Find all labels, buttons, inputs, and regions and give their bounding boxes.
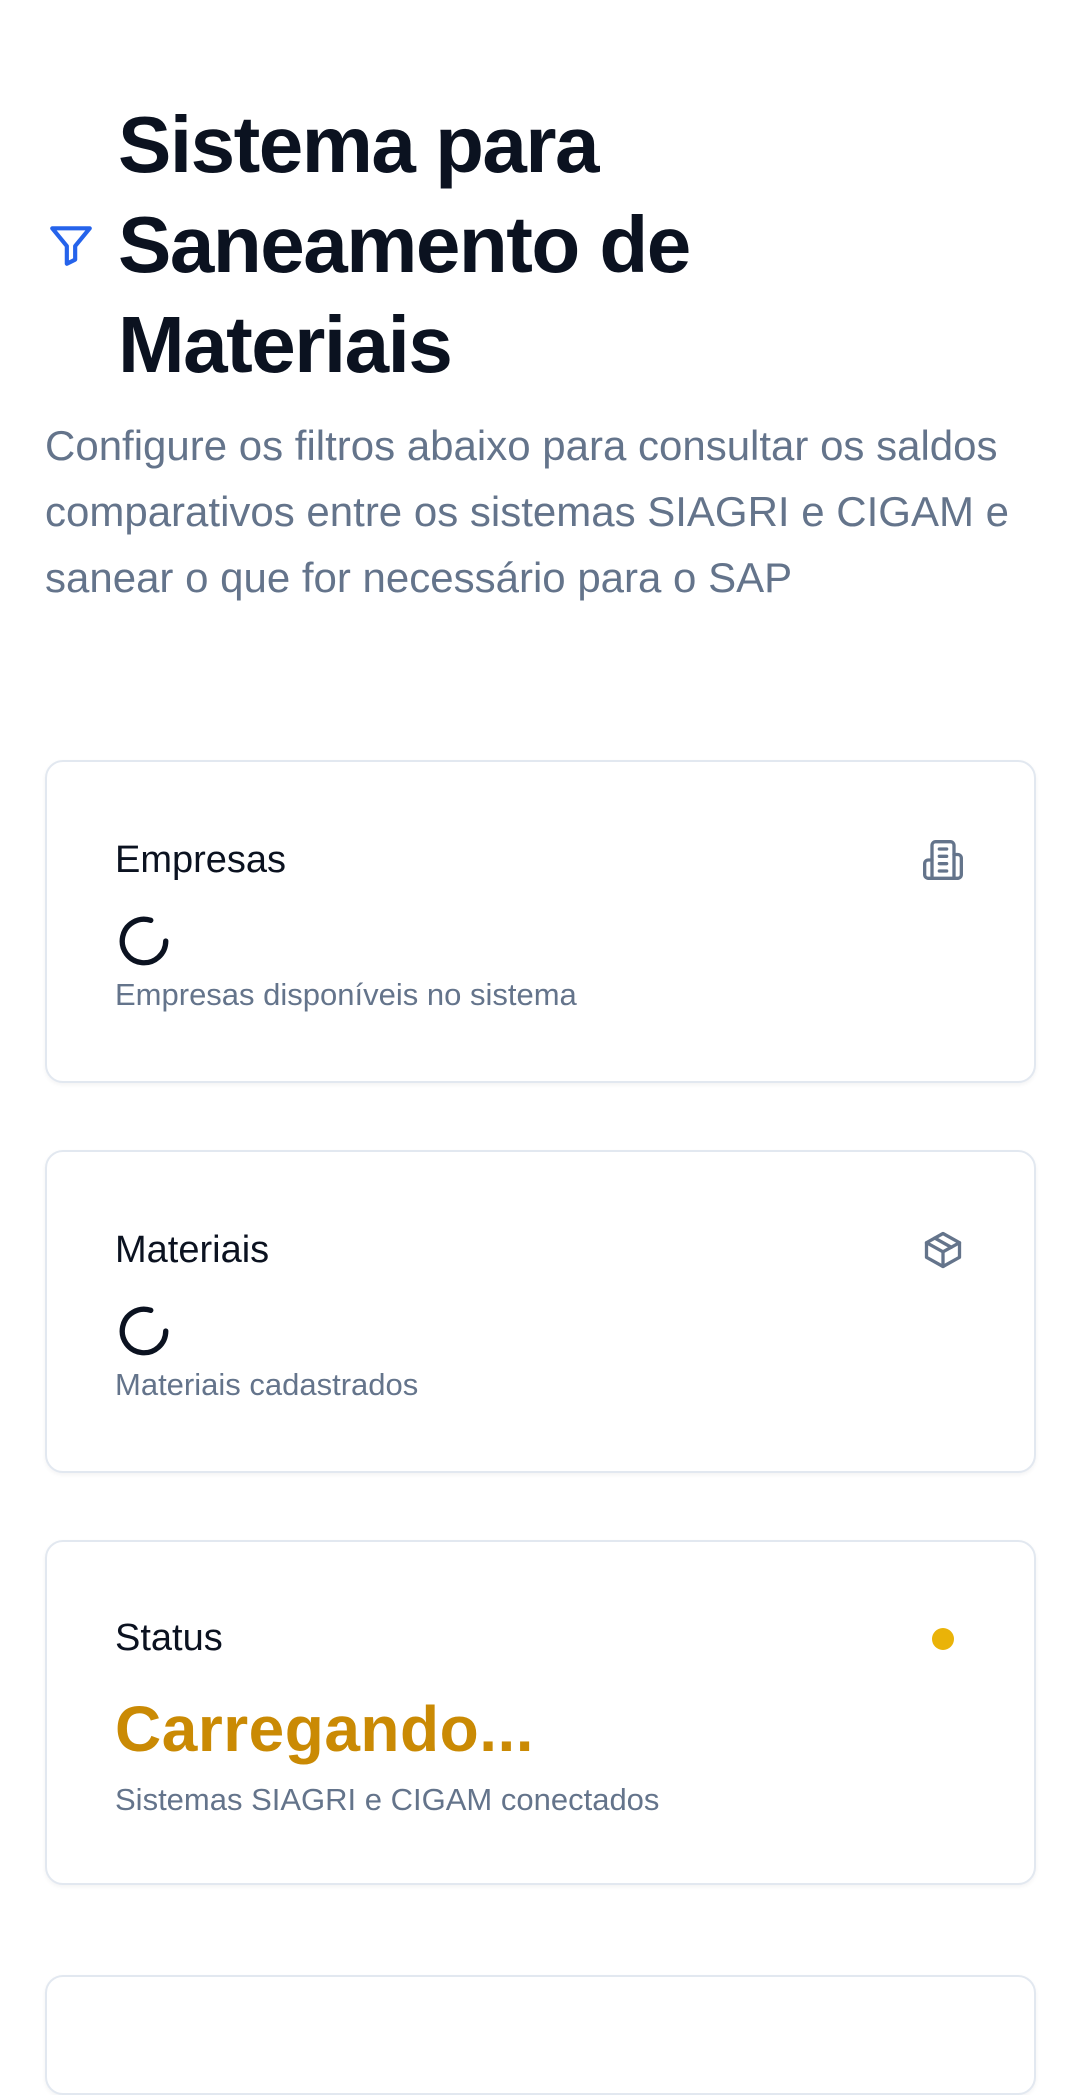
loading-spinner-icon	[119, 1306, 169, 1356]
card-header: Empresas	[115, 837, 966, 883]
card-header: Materiais	[115, 1227, 966, 1273]
partial-card	[45, 1975, 1036, 2095]
materiais-card: Materiais Materiais cadastrados	[45, 1150, 1036, 1473]
card-title: Empresas	[115, 838, 287, 881]
card-title: Materiais	[115, 1228, 270, 1271]
page-title: Sistema para Saneamento de Materiais	[118, 100, 691, 389]
status-card: Status Carregando... Sistemas SIAGRI e C…	[45, 1540, 1036, 1885]
filter-icon	[45, 219, 97, 271]
card-title: Status	[115, 1617, 223, 1659]
page-header: Sistema para Saneamento de Materiais Con…	[45, 95, 1045, 611]
loading-spinner-icon	[119, 916, 169, 966]
status-indicator-dot	[932, 1627, 954, 1650]
building-icon	[920, 837, 966, 883]
package-icon	[920, 1227, 966, 1273]
card-description: Sistemas SIAGRI e CIGAM conectados	[115, 1782, 660, 1817]
card-description: Empresas disponíveis no sistema	[115, 977, 577, 1012]
page-subtitle: Configure os filtros abaixo para consult…	[45, 422, 1009, 601]
status-value: Carregando...	[115, 1693, 535, 1765]
card-description: Materiais cadastrados	[115, 1367, 419, 1402]
empresas-card: Empresas Empresas disponíveis no sistema	[45, 760, 1036, 1083]
title-row: Sistema para Saneamento de Materiais	[45, 95, 1045, 395]
card-header: Status	[115, 1617, 966, 1660]
